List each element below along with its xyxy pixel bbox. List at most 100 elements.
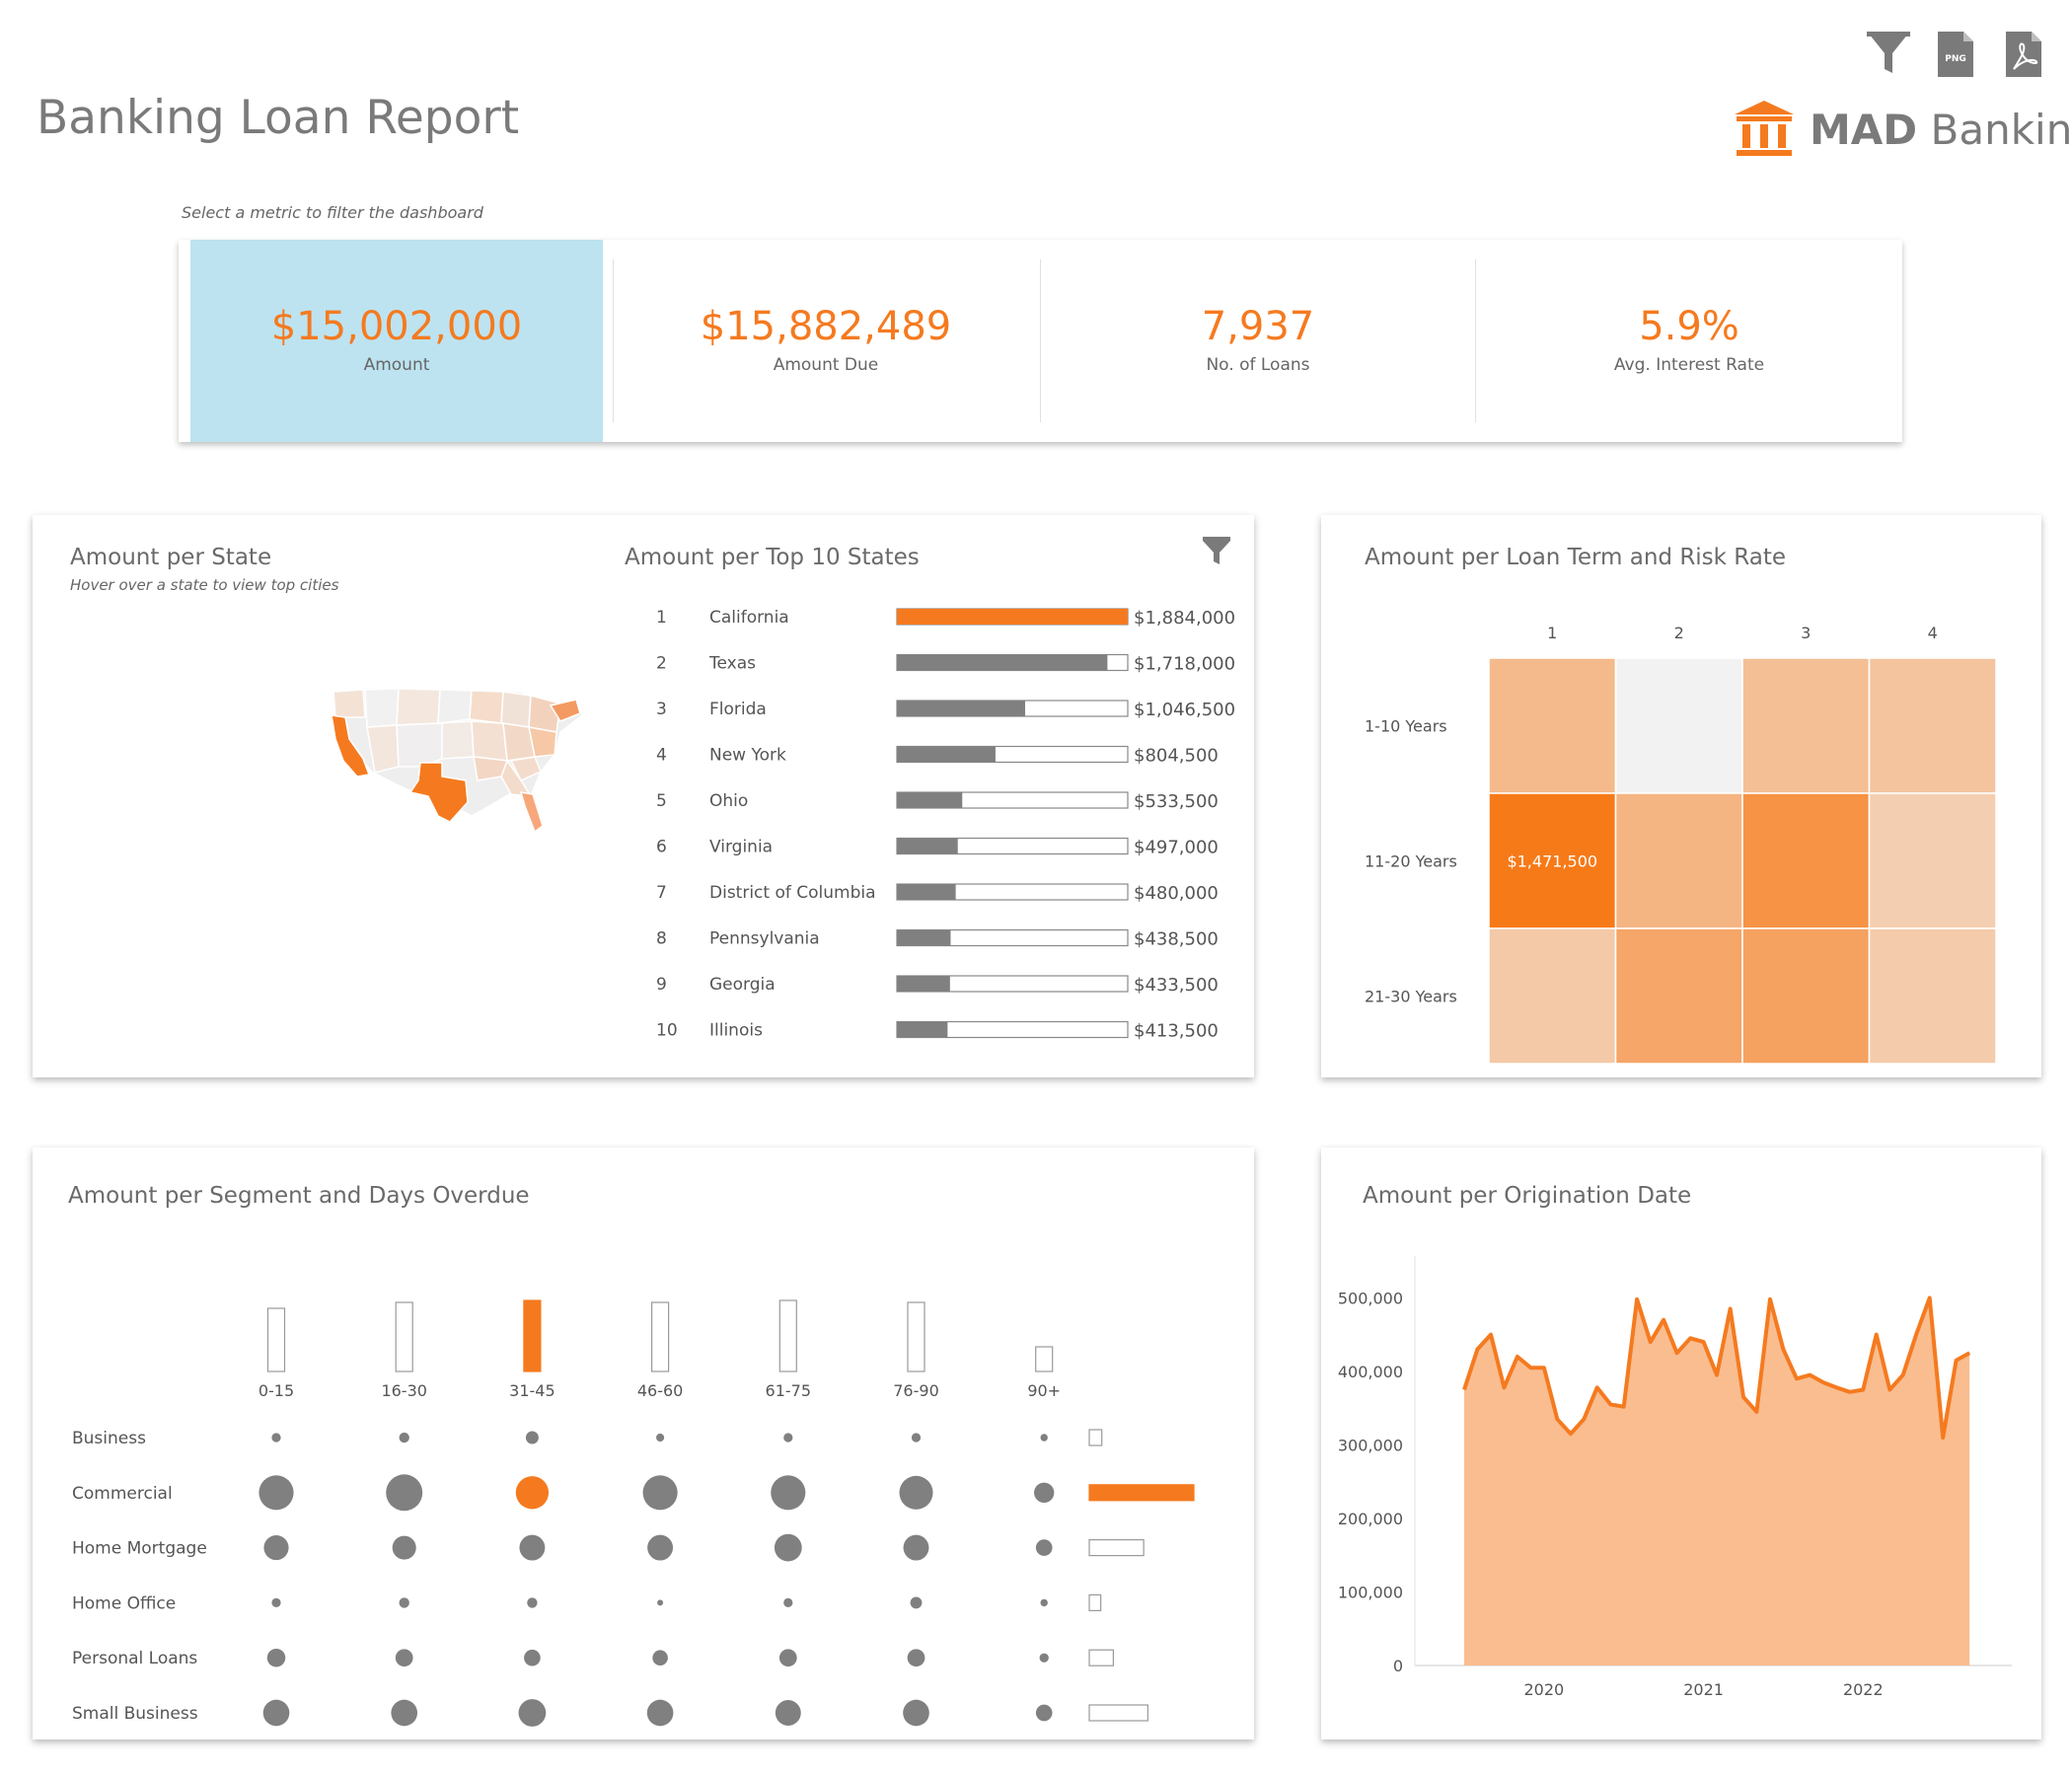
segment-row-bar[interactable] [1088,1649,1114,1666]
heatmap-cell[interactable] [1741,792,1871,929]
state-bar[interactable] [897,929,951,946]
segment-row-bar[interactable] [1088,1484,1195,1502]
segment-bubble[interactable] [642,1475,678,1511]
kpi-label: Avg. Interest Rate [1613,355,1765,375]
segment-bubble[interactable] [1040,1434,1048,1442]
segment-bubble[interactable] [907,1649,925,1667]
heatmap-cell[interactable] [1741,927,1871,1065]
segment-bubble[interactable] [652,1650,668,1665]
segment-row-bar[interactable] [1088,1593,1102,1611]
state-name[interactable]: Georgia [709,975,776,995]
us-map[interactable] [324,678,610,836]
segment-bubble[interactable] [656,1433,665,1443]
state-bar[interactable] [897,701,1025,716]
state-name[interactable]: Texas [708,654,756,674]
segment-bubble[interactable] [1040,1598,1048,1607]
state-name[interactable]: Illinois [709,1021,763,1041]
state-name[interactable]: Pennsylvania [709,929,820,949]
area-fill[interactable] [1464,1297,1970,1665]
state-bar[interactable] [897,654,1108,671]
overdue-column-bar[interactable] [650,1301,670,1372]
segment-bubble[interactable] [263,1535,289,1561]
kpi-amount[interactable]: $15,002,000 Amount [190,240,603,442]
segment-bubble[interactable] [392,1535,416,1560]
segment-bubble[interactable] [524,1649,541,1666]
segment-bubble[interactable] [771,1475,806,1511]
segment-bubble[interactable] [647,1534,674,1561]
panel-filter-icon[interactable] [1201,535,1232,566]
heatmap-cell[interactable] [1614,927,1743,1065]
segment-bubble[interactable] [518,1699,547,1727]
segment-bubble[interactable] [657,1599,664,1606]
overdue-column-bar[interactable] [1035,1346,1054,1372]
state-bar[interactable] [897,884,956,900]
state-name[interactable]: California [709,608,789,628]
segment-bubble[interactable] [1034,1482,1055,1503]
segment-bubble[interactable] [391,1699,418,1727]
segment-bubble[interactable] [399,1597,409,1608]
segment-bubble[interactable] [899,1475,933,1510]
segment-bubble[interactable] [399,1432,409,1443]
segment-bubble[interactable] [774,1533,802,1562]
state-bar[interactable] [897,746,996,763]
segment-row-bar[interactable] [1088,1704,1148,1722]
segment-row-bar[interactable] [1088,1539,1145,1557]
segment-bubble[interactable] [778,1649,797,1667]
state-name[interactable]: Florida [709,700,767,719]
kpi-amount-due[interactable]: $15,882,489 Amount Due [614,240,1038,442]
heatmap-cell[interactable] [1868,657,1997,794]
overdue-column-bar[interactable] [523,1299,542,1372]
segment-bubble[interactable] [903,1534,929,1561]
segment-bubble[interactable] [903,1699,929,1727]
segment-bubble[interactable] [515,1476,550,1510]
segment-bubble[interactable] [519,1534,546,1561]
segment-bubble[interactable] [775,1700,801,1726]
segment-bubble[interactable] [395,1649,413,1667]
state-bar[interactable] [897,838,958,854]
pdf-export-icon[interactable] [2000,30,2047,79]
state-bar[interactable] [897,792,963,808]
kpi-avg-interest-rate[interactable]: 5.9% Avg. Interest Rate [1476,240,1902,442]
heatmap-col-label: 2 [1674,624,1684,642]
state-bar[interactable] [897,1021,948,1038]
state-name[interactable]: Virginia [709,838,773,857]
segment-bubble[interactable] [646,1699,674,1727]
overdue-column-bar[interactable] [778,1299,797,1372]
segment-bubble[interactable] [1035,1704,1053,1722]
state-name[interactable]: District of Columbia [709,883,876,903]
kpi-no-of-loans[interactable]: 7,937 No. of Loans [1041,240,1475,442]
heatmap-cell[interactable] [1488,927,1617,1065]
segment-bubble[interactable] [266,1648,286,1667]
segment-bubble[interactable] [527,1597,538,1608]
segment-bubble[interactable] [271,1597,281,1608]
segment-bubble[interactable] [1039,1653,1049,1663]
png-export-icon[interactable]: PNG [1932,30,1979,79]
segment-bubble[interactable] [262,1699,290,1727]
segment-bubble[interactable] [783,1597,793,1608]
overdue-column-bar[interactable] [266,1307,286,1372]
heatmap-cell[interactable] [1614,792,1743,929]
segment-bubble[interactable] [386,1474,423,1512]
segment-bubble[interactable] [911,1433,922,1443]
heatmap-cell[interactable] [1868,792,1997,929]
overdue-column-bar[interactable] [907,1301,925,1372]
state-map-subtitle: Hover over a state to view top cities [70,576,339,594]
heatmap-cell[interactable] [1614,657,1743,794]
filter-icon[interactable] [1865,30,1912,79]
segment-bubble[interactable] [271,1433,281,1443]
segment-bubble[interactable] [910,1596,923,1609]
segment-row-bar[interactable] [1088,1429,1103,1446]
state-bar[interactable] [897,609,1128,625]
segment-bubble[interactable] [525,1431,539,1444]
segment-bubble[interactable] [1035,1539,1053,1556]
heatmap-cell[interactable] [1741,657,1871,794]
bank-logo-icon [1735,101,1794,156]
state-bar[interactable] [897,976,950,992]
heatmap-cell[interactable] [1488,657,1617,794]
segment-bubble[interactable] [783,1433,793,1443]
state-name[interactable]: Ohio [709,791,748,811]
overdue-column-bar[interactable] [395,1301,413,1372]
heatmap-cell[interactable] [1868,927,1997,1065]
state-name[interactable]: New York [709,746,786,766]
segment-bubble[interactable] [259,1475,294,1511]
